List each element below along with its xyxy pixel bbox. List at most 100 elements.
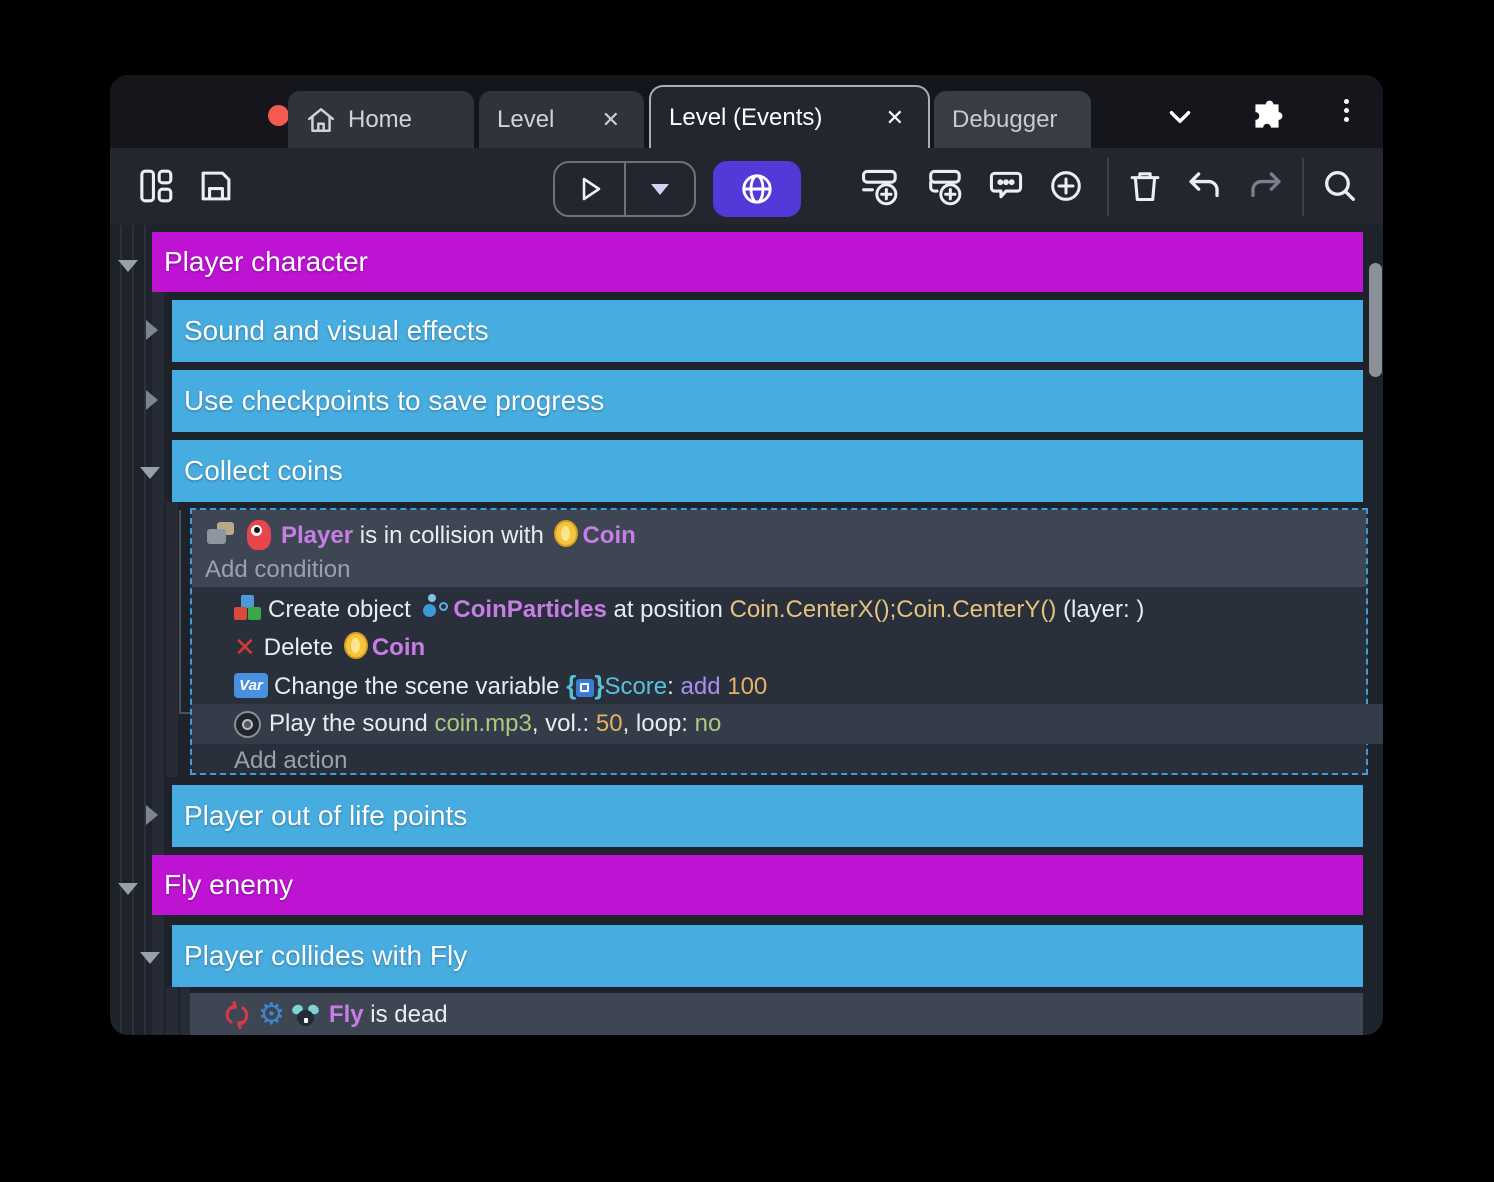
loop-value: no	[695, 710, 722, 737]
brace-icon: {	[566, 670, 576, 700]
coin-object-icon	[344, 632, 368, 659]
close-tab-icon[interactable]: ✕	[596, 105, 626, 135]
action-row-delete[interactable]: ✕ Delete Coin	[192, 628, 1383, 666]
tab-home-label: Home	[348, 106, 412, 134]
expand-group-toggle[interactable]	[146, 805, 158, 825]
circle-plus-icon	[1047, 166, 1085, 206]
add-action-button[interactable]: Add action	[192, 746, 1383, 776]
scene-variable-icon	[576, 679, 594, 697]
comment-icon	[987, 166, 1025, 206]
save-button[interactable]	[194, 164, 238, 208]
event-group-fly-enemy[interactable]: Fly enemy	[152, 855, 1363, 915]
event-group-fly-collide[interactable]: Player collides with Fly	[172, 925, 1363, 987]
undo-icon	[1186, 167, 1224, 205]
launch-preview-button[interactable]	[555, 163, 624, 215]
collapse-group-toggle[interactable]	[118, 883, 138, 895]
variable-icon: Var	[234, 673, 268, 698]
choose-add-button[interactable]	[1044, 164, 1088, 208]
toolbar	[110, 148, 1383, 225]
tab-debugger-label: Debugger	[952, 106, 1057, 134]
tab-home[interactable]: Home	[288, 91, 474, 148]
tab-list-chevron-button[interactable]	[1160, 97, 1200, 137]
redo-icon	[1246, 167, 1284, 205]
undo-button[interactable]	[1183, 164, 1227, 208]
event-group-checkpoints[interactable]: Use checkpoints to save progress	[172, 370, 1363, 432]
selected-event[interactable]: Player is in collision with Coin Add con…	[190, 508, 1368, 775]
indent-guide	[132, 225, 134, 1035]
collision-icon	[207, 522, 237, 548]
group-title: Collect coins	[184, 455, 343, 487]
group-title: Use checkpoints to save progress	[184, 385, 604, 417]
group-rail	[166, 987, 178, 1035]
open-project-manager-button[interactable]	[134, 164, 178, 208]
gdevelop-window: Home Level ✕ Level (Events) ✕ Debugger	[110, 75, 1383, 1035]
object-name: Coin	[372, 634, 425, 661]
vertical-scrollbar[interactable]	[1369, 263, 1382, 377]
puzzle-icon	[1249, 98, 1285, 134]
group-title: Sound and visual effects	[184, 315, 489, 347]
window-menu-button[interactable]	[1338, 95, 1354, 137]
extensions-button[interactable]	[1246, 95, 1288, 137]
expand-group-toggle[interactable]	[146, 390, 158, 410]
add-event-button[interactable]	[858, 164, 902, 208]
redo-button[interactable]	[1243, 164, 1287, 208]
project-manager-icon	[138, 167, 174, 205]
tab-debugger[interactable]: Debugger	[934, 91, 1091, 148]
kebab-icon	[1344, 99, 1349, 104]
action-row-create-object[interactable]: Create object CoinParticles at position …	[192, 590, 1383, 628]
event-group-sound-effects[interactable]: Sound and visual effects	[172, 300, 1363, 362]
group-rail	[180, 987, 190, 1035]
group-title: Fly enemy	[164, 869, 293, 901]
operation: add	[681, 673, 721, 700]
search-button[interactable]	[1318, 164, 1362, 208]
volume-value: 50	[596, 710, 623, 737]
desktop-background: Home Level ✕ Level (Events) ✕ Debugger	[0, 0, 1494, 1182]
tab-level-events[interactable]: Level (Events) ✕	[649, 85, 930, 148]
variable-name: Score	[604, 673, 667, 700]
condition-text: is in collision with	[353, 522, 550, 549]
event-group-player-character[interactable]: Player character	[152, 232, 1363, 292]
group-title: Player collides with Fly	[184, 940, 467, 972]
object-name: CoinParticles	[453, 596, 606, 623]
expand-group-toggle[interactable]	[146, 320, 158, 340]
tab-level-label: Level	[497, 106, 554, 134]
event-group-collect-coins[interactable]: Collect coins	[172, 440, 1363, 502]
add-condition-button[interactable]: Add condition	[192, 554, 1379, 586]
delete-button[interactable]	[1123, 164, 1167, 208]
close-window-button[interactable]	[268, 105, 289, 126]
home-icon	[306, 106, 336, 134]
group-rail	[166, 502, 178, 777]
add-subevent-button[interactable]	[922, 164, 966, 208]
value: 100	[721, 673, 768, 700]
tab-level-events-label: Level (Events)	[669, 104, 822, 132]
play-icon	[574, 174, 604, 204]
condition-row-collision[interactable]: Player is in collision with Coin	[192, 517, 1379, 553]
tab-level[interactable]: Level ✕	[479, 91, 644, 148]
fly-object-icon	[291, 1002, 321, 1028]
gear-behavior-icon: ⚙	[258, 1001, 285, 1029]
network-preview-button[interactable]	[713, 161, 801, 217]
behavior-arrows-icon	[222, 1000, 252, 1030]
close-tab-icon[interactable]: ✕	[880, 103, 910, 133]
particles-object-icon	[421, 594, 449, 622]
preview-options-button[interactable]	[624, 163, 695, 215]
globe-icon	[739, 171, 775, 207]
group-title: Player out of life points	[184, 800, 467, 832]
collapse-group-toggle[interactable]	[140, 952, 160, 964]
player-object-icon	[247, 520, 271, 550]
toolbar-divider	[1107, 158, 1109, 216]
collapse-group-toggle[interactable]	[118, 260, 138, 272]
object-name: Fly	[329, 1001, 364, 1028]
speaker-icon	[234, 711, 261, 738]
caret-down-icon	[651, 184, 669, 195]
action-row-change-variable[interactable]: Var Change the scene variable {}Score: a…	[192, 666, 1383, 704]
search-icon	[1321, 167, 1359, 205]
collapse-group-toggle[interactable]	[140, 467, 160, 479]
action-row-play-sound[interactable]: Play the sound coin.mp3, vol.: 50, loop:…	[192, 704, 1383, 744]
indent-guide	[120, 225, 122, 1035]
add-comment-button[interactable]	[984, 164, 1028, 208]
save-icon	[198, 167, 234, 205]
toolbar-divider	[1302, 158, 1304, 216]
event-group-life-points[interactable]: Player out of life points	[172, 785, 1363, 847]
condition-row-fly-dead[interactable]: ⚙ Fly is dead	[190, 993, 1363, 1035]
